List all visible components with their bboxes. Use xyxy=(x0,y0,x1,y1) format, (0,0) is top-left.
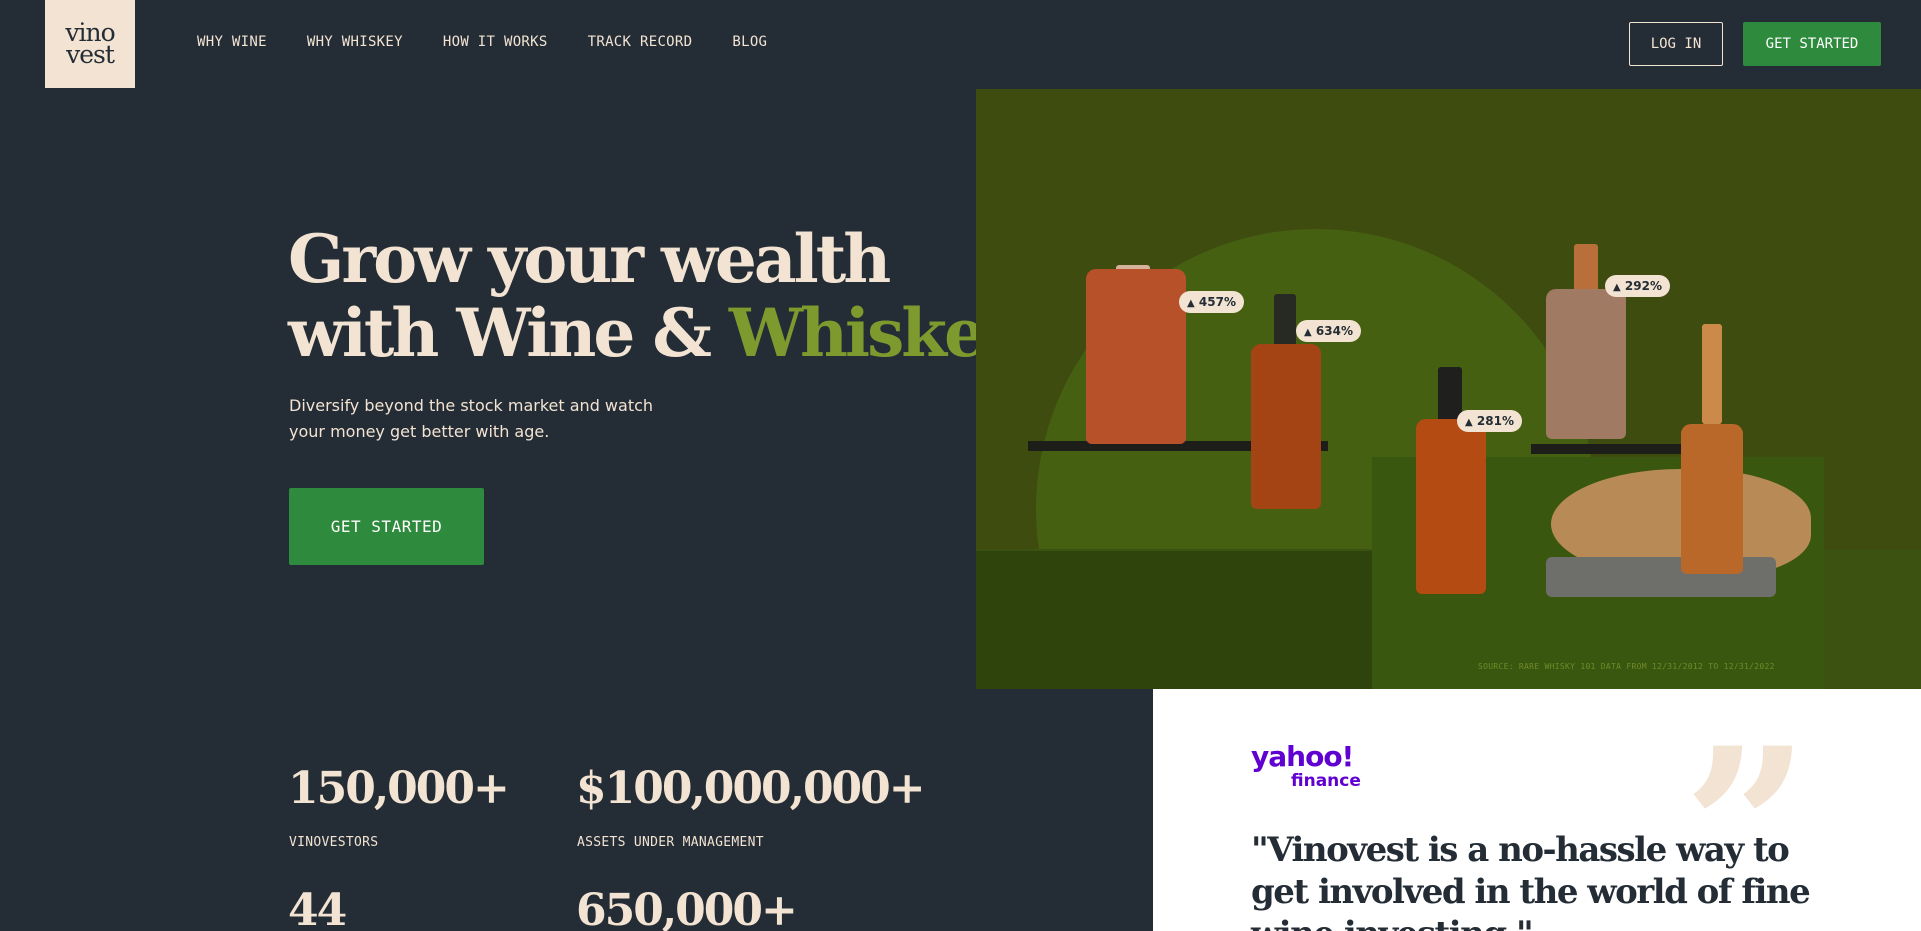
return-tag: ▲ 457% xyxy=(1179,291,1244,313)
hero-title-line-1: Grow your wealth xyxy=(288,220,891,298)
hero-title: Grow your wealth with Wine & Whiskey xyxy=(288,220,1021,372)
nav-track-record[interactable]: TRACK RECORD xyxy=(588,34,693,50)
return-tag-value: 281% xyxy=(1476,414,1514,428)
nav-why-whiskey[interactable]: WHY WHISKEY xyxy=(307,34,403,50)
whiskey-bottles-image: ▲ 457% ▲ 634% ▲ 292% ▲ 281% SOURCE: RARE… xyxy=(976,89,1921,689)
bottle-1 xyxy=(1086,269,1186,444)
up-arrow-icon: ▲ xyxy=(1187,298,1195,309)
stat-label-aum: ASSETS UNDER MANAGEMENT xyxy=(577,835,764,850)
return-tag: ▲ 281% xyxy=(1457,410,1522,432)
hero-title-accent: Whiskey xyxy=(728,294,1021,372)
login-button[interactable]: LOG IN xyxy=(1629,22,1723,66)
stat-value-aum: $100,000,000+ xyxy=(576,763,926,814)
yahoo-logo-text: yahoo! xyxy=(1251,740,1354,773)
bottle-5-neck xyxy=(1702,324,1722,424)
bottle-2 xyxy=(1251,344,1321,509)
image-source-note: SOURCE: RARE WHISKY 101 DATA FROM 12/31/… xyxy=(1478,662,1775,671)
vinovest-logo[interactable]: vino vest xyxy=(45,0,135,88)
yahoo-finance-logo: yahoo! finance xyxy=(1251,743,1361,792)
return-tag-value: 634% xyxy=(1315,324,1353,338)
plinth-left xyxy=(976,551,1372,689)
logo-line-2: vest xyxy=(66,40,115,69)
hero-title-line-2-prefix: with Wine & xyxy=(288,294,729,372)
stat-label-vinovestors: VINOVESTORS xyxy=(289,835,379,850)
hero-subtitle: Diversify beyond the stock market and wa… xyxy=(289,396,654,441)
up-arrow-icon: ▲ xyxy=(1304,327,1312,338)
bottle-5 xyxy=(1681,424,1743,574)
main-nav: WHY WINE WHY WHISKEY HOW IT WORKS TRACK … xyxy=(197,34,767,50)
header-get-started-button[interactable]: GET STARTED xyxy=(1743,22,1881,66)
stat-value-vinovestors: 150,000+ xyxy=(288,763,510,814)
hero-get-started-button[interactable]: GET STARTED xyxy=(289,488,484,565)
finance-logo-text: finance xyxy=(1291,771,1361,791)
nav-why-wine[interactable]: WHY WINE xyxy=(197,34,267,50)
return-tag: ▲ 292% xyxy=(1605,275,1670,297)
bottle-4 xyxy=(1546,289,1626,439)
up-arrow-icon: ▲ xyxy=(1465,417,1473,428)
stat-value-3: 44 xyxy=(288,885,347,931)
up-arrow-icon: ▲ xyxy=(1613,282,1621,293)
return-tag-value: 292% xyxy=(1624,279,1662,293)
return-tag: ▲ 634% xyxy=(1296,320,1361,342)
press-quote-card: yahoo! finance ” "Vinovest is a no-hassl… xyxy=(1153,689,1921,931)
stat-value-4: 650,000+ xyxy=(576,885,798,931)
nav-blog[interactable]: BLOG xyxy=(732,34,767,50)
nav-how-it-works[interactable]: HOW IT WORKS xyxy=(443,34,548,50)
bottle-3 xyxy=(1416,419,1486,594)
return-tag-value: 457% xyxy=(1198,295,1236,309)
press-quote-text: "Vinovest is a no-hassle way to get invo… xyxy=(1251,830,1811,931)
